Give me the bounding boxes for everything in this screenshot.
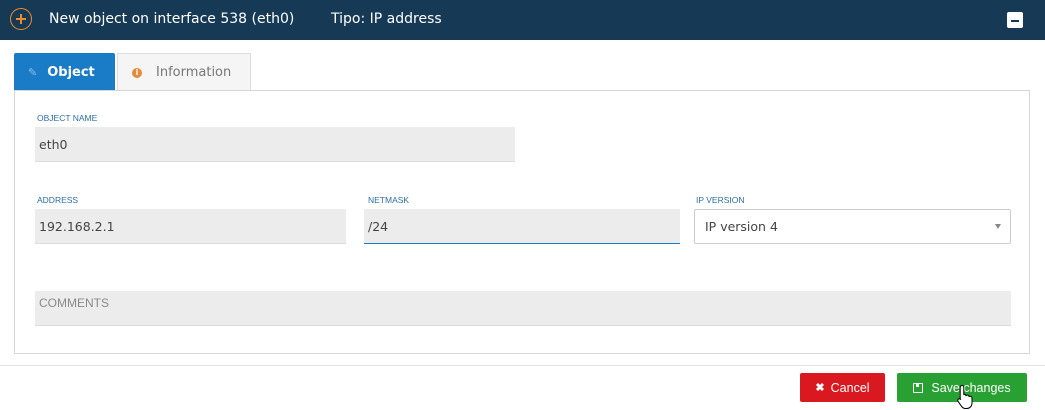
edit-icon: ✎ [28,65,38,79]
object-form-panel: OBJECT NAME eth0 ADDRESS 192.168.2.1 NET… [14,90,1030,354]
address-label: ADDRESS [37,195,79,205]
netmask-input[interactable]: /24 [364,209,680,244]
address-input[interactable]: 192.168.2.1 [35,209,346,244]
tab-information[interactable]: i Information [117,53,251,91]
hand-pointer-icon [957,384,973,409]
address-value: 192.168.2.1 [39,218,115,234]
add-circle-icon [10,8,32,30]
ip-version-value: IP version 4 [705,219,778,234]
tab-object[interactable]: ✎ Object [14,53,115,91]
close-icon: ✖ [815,382,825,394]
object-type-label: Tipo: IP address [331,11,442,27]
object-name-label: OBJECT NAME [37,113,98,123]
info-icon: i [132,67,142,78]
collapse-button[interactable] [1007,12,1023,28]
tab-object-label: Object [47,64,95,80]
floppy-disk-icon [913,382,924,393]
netmask-label: NETMASK [368,195,410,205]
tab-information-label: Information [156,65,232,80]
footer-divider [0,365,1045,366]
comments-input[interactable]: COMMENTS [35,291,1011,326]
object-name-value: eth0 [39,136,68,152]
netmask-value: /24 [368,218,389,234]
dropdown-arrow-icon [995,224,1001,229]
dialog-title: New object on interface 538 (eth0) [49,11,295,27]
object-name-input[interactable]: eth0 [35,127,515,162]
cancel-button-label: Cancel [830,380,870,395]
cancel-button[interactable]: ✖ Cancel [800,373,885,402]
comments-placeholder: COMMENTS [39,296,109,310]
ip-version-select[interactable]: IP version 4 [694,209,1011,244]
ip-version-label: IP VERSION [696,195,745,205]
dialog-header: New object on interface 538 (eth0) Tipo:… [0,0,1045,40]
